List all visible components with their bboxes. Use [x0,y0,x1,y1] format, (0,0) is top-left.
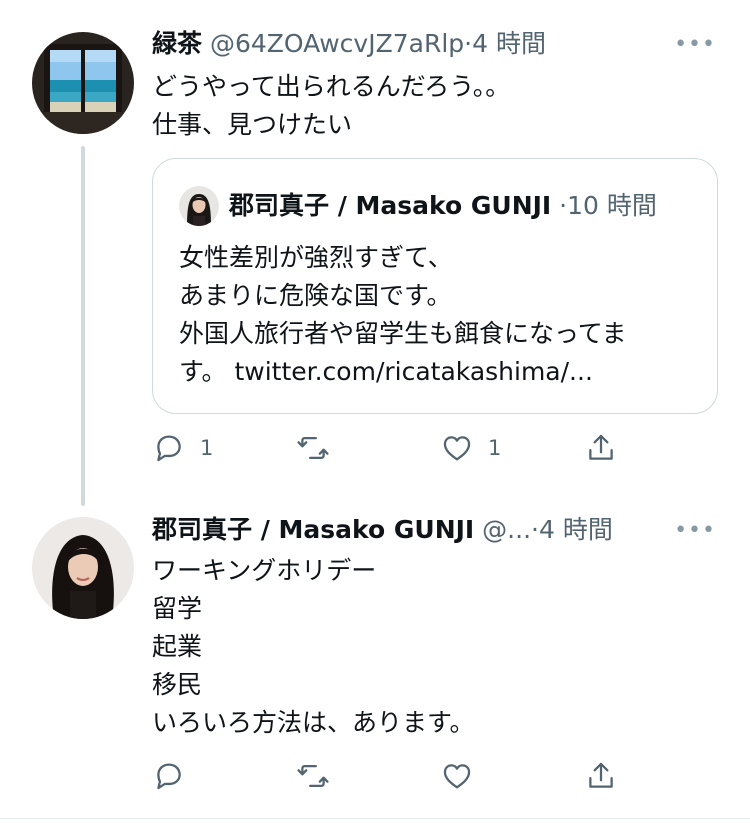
user-handle[interactable]: @... [482,515,531,544]
tweet-text-line: 留学 [152,594,203,623]
tweet-header: 緑茶 @64ZOAwcvJZ7aRlp·4 時間 [152,28,546,60]
more-icon[interactable]: ••• [674,32,716,57]
share-icon [589,762,613,788]
retweet-button[interactable] [296,756,330,796]
quote-avatar [179,186,219,226]
divider [0,818,750,819]
quote-text: 女性差別が強烈すぎて、 あまりに危険な国です。 外国人旅行者や留学生も餌食になっ… [179,239,627,391]
tweet-text-line: いろいろ方法は、あります。 [152,708,475,737]
reply-button[interactable] [152,756,186,796]
separator-dot: · [559,191,568,220]
avatar[interactable] [32,32,134,134]
timestamp[interactable]: 4 時間 [539,515,613,544]
share-button[interactable] [584,428,618,468]
reply-icon [157,763,181,790]
separator-dot: · [464,29,473,58]
like-button[interactable] [440,756,474,796]
timestamp[interactable]: 4 時間 [472,29,546,58]
share-icon [589,434,613,460]
reply-button[interactable]: 1 [152,428,213,468]
like-icon [443,436,471,461]
separator-dot: · [531,515,539,544]
retweet-icon [297,764,329,788]
reply-count: 1 [200,436,214,460]
retweet-button[interactable] [296,428,344,468]
share-button[interactable] [584,756,618,796]
more-icon[interactable]: ••• [674,518,716,543]
tweet-text: どうやって出られるんだろう。。 仕事、見つけたい [152,68,510,144]
tweet-text-line: ワーキングホリデー [152,556,377,585]
like-count: 1 [488,436,502,460]
user-handle[interactable]: @64ZOAwcvJZ7aRlp [210,29,464,58]
like-button[interactable]: 1 [440,428,501,468]
quote-text-line: あまりに危険な国です。 [179,281,452,310]
quote-display-name: 郡司真子 / Masako GUNJI [229,191,552,220]
tweet-text-line: 起業 [152,632,203,661]
display-name[interactable]: 郡司真子 / Masako GUNJI [152,515,474,544]
tweet-actions [152,756,622,796]
tweet-2[interactable]: 郡司真子 / Masako GUNJI @...·4 時間 ••• ワーキングホ… [0,500,750,818]
quote-timestamp: 10 時間 [567,191,657,220]
quote-header: 郡司真子 / Masako GUNJI ·10 時間 [229,189,657,223]
quoted-tweet[interactable]: 郡司真子 / Masako GUNJI ·10 時間 女性差別が強烈すぎて、 あ… [152,158,718,414]
quote-text-line: 女性差別が強烈すぎて、 [179,243,453,272]
tweet-header: 郡司真子 / Masako GUNJI @...·4 時間 [152,514,613,546]
tweet-text: ワーキングホリデー 留学 起業 移民 いろいろ方法は、あります。 [152,552,475,742]
avatar[interactable] [32,517,134,619]
tweet-actions: 1 1 [152,428,622,468]
reply-icon [157,435,181,462]
tweet-1[interactable]: 緑茶 @64ZOAwcvJZ7aRlp·4 時間 ••• どうやって出られるんだ… [0,0,750,506]
retweet-icon [297,436,329,460]
tweet-text-line: 移民 [152,670,203,699]
tweet-text-line: 仕事、見つけたい [152,110,353,139]
tweet-text-line: どうやって出られるんだろう。。 [152,72,511,101]
like-icon [443,764,471,789]
display-name[interactable]: 緑茶 [152,29,202,58]
quote-text-line: す。 twitter.com/ricatakashima/... [179,357,593,386]
thread-line [81,146,85,506]
quote-text-line: 外国人旅行者や留学生も餌食になってま [179,319,627,348]
